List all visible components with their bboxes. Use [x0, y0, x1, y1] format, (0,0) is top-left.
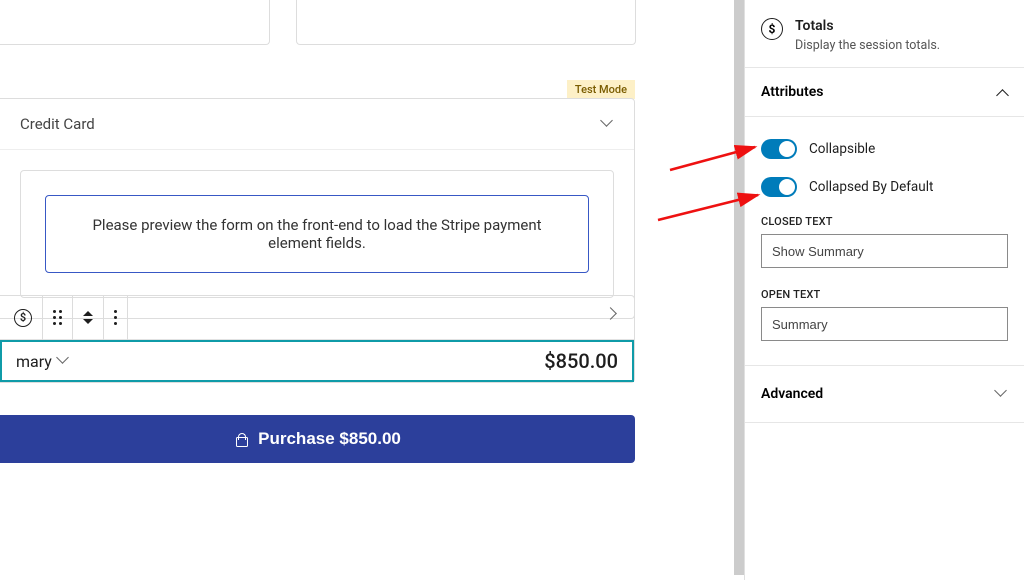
block-description: Display the session totals. [795, 38, 940, 53]
lock-icon [234, 432, 248, 446]
advanced-label: Advanced [761, 386, 823, 402]
drag-handle[interactable] [43, 296, 73, 340]
move-up-down-icon [83, 311, 93, 324]
advanced-panel-header[interactable]: Advanced [745, 366, 1024, 423]
purchase-button-label: Purchase $850.00 [258, 429, 401, 449]
stripe-preview-placeholder: Please preview the form on the front-end… [20, 170, 614, 298]
editor-canvas: Test Mode Credit Card Please preview the… [0, 0, 735, 580]
dollar-icon: $ [761, 18, 783, 40]
test-mode-badge: Test Mode [567, 80, 635, 99]
open-text-input[interactable] [761, 307, 1008, 341]
credit-card-label: Credit Card [20, 115, 95, 133]
dollar-icon: $ [14, 309, 32, 327]
collapsed-default-toggle-label: Collapsed By Default [809, 179, 933, 195]
block-type-button[interactable]: $ [0, 296, 43, 340]
stripe-preview-message: Please preview the form on the front-end… [45, 195, 589, 273]
drag-icon [53, 310, 62, 325]
summary-label: mary [16, 352, 52, 371]
field-placeholder-card [0, 0, 270, 45]
chevron-down-icon [996, 388, 1008, 400]
closed-text-label: CLOSED TEXT [761, 215, 1008, 228]
attributes-panel-header[interactable]: Attributes [745, 68, 1024, 117]
credit-card-accordion-header[interactable]: Credit Card [0, 99, 634, 150]
block-name: Totals [795, 18, 940, 34]
more-options-button[interactable] [104, 296, 128, 340]
closed-text-input[interactable] [761, 234, 1008, 268]
collapsible-toggle-row: Collapsible [761, 139, 1008, 159]
collapsed-default-toggle[interactable] [761, 177, 797, 197]
total-amount: $850.00 [544, 349, 618, 373]
block-toolbar: $ [0, 296, 634, 340]
block-inspector-sidebar: $ Totals Display the session totals. Att… [744, 0, 1024, 580]
collapsible-toggle-label: Collapsible [809, 141, 875, 157]
field-placeholder-card [296, 0, 636, 45]
chevron-down-icon [602, 118, 614, 130]
block-description-section: $ Totals Display the session totals. [745, 0, 1024, 68]
chevron-down-icon [58, 355, 70, 367]
scrollbar-track[interactable] [734, 0, 744, 575]
summary-collapsible-row[interactable]: mary $850.00 [0, 340, 634, 382]
collapsed-default-toggle-row: Collapsed By Default [761, 177, 1008, 197]
chevron-up-icon [998, 87, 1008, 97]
attributes-panel-body: Collapsible Collapsed By Default CLOSED … [745, 117, 1024, 366]
mover-buttons[interactable] [73, 296, 104, 340]
attributes-label: Attributes [761, 84, 823, 100]
expand-chevron[interactable] [590, 308, 634, 327]
chevron-right-icon [606, 311, 618, 323]
kebab-icon [114, 310, 117, 325]
open-text-label: OPEN TEXT [761, 288, 1008, 301]
totals-block[interactable]: $ mary $850.00 [0, 295, 635, 383]
payment-method-block[interactable]: Credit Card Please preview the form on t… [0, 98, 635, 319]
purchase-button[interactable]: Purchase $850.00 [0, 415, 635, 463]
collapsible-toggle[interactable] [761, 139, 797, 159]
